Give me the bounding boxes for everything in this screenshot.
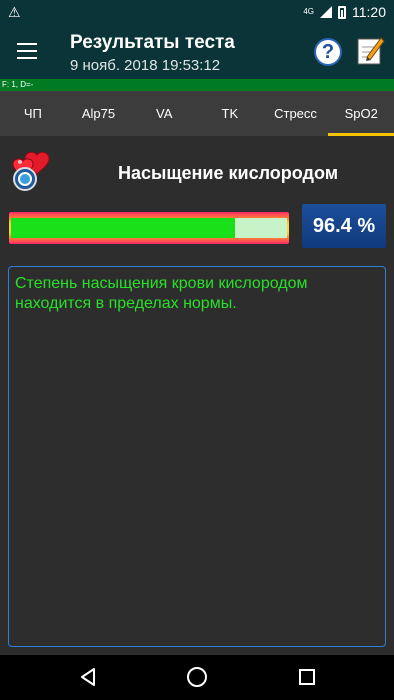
oxygen-level-bar <box>9 212 289 244</box>
help-icon: ? <box>321 40 335 63</box>
oxygen-level-track <box>11 218 287 238</box>
recents-icon[interactable] <box>299 669 315 685</box>
section-title: Насыщение кислородом <box>117 163 339 183</box>
tab-chp[interactable]: ЧП <box>0 91 66 136</box>
tab-bar: ЧП Alp75 VA TK Стресс SpO2 <box>0 91 394 136</box>
network-type: 4G <box>303 7 314 16</box>
app-bar: Результаты теста 9 нояб. 2018 19:53:12 ? <box>0 24 394 79</box>
signal-icon <box>320 6 332 18</box>
info-strip: F: 1, D=- <box>0 79 394 91</box>
note-icon[interactable] <box>357 35 385 65</box>
clock: 11:20 <box>352 4 386 20</box>
warning-icon: ⚠ <box>8 3 21 20</box>
navigation-bar <box>0 655 394 700</box>
tab-stress[interactable]: Стресс <box>263 91 329 136</box>
tab-alp75[interactable]: Alp75 <box>66 91 132 136</box>
results-panel: Насыщение кислородом 96.4 % Степень насы… <box>0 136 394 655</box>
page-title: Результаты теста <box>70 32 235 53</box>
result-message: Степень насыщения крови кислородом наход… <box>15 275 308 312</box>
hearts-icon <box>12 151 50 191</box>
status-bar: ⚠ 4G 11:20 <box>0 0 394 24</box>
spo2-value: 96.4 % <box>302 204 386 248</box>
oxygen-level-fill <box>11 218 235 238</box>
menu-icon[interactable] <box>17 43 37 59</box>
status-indicators: 4G 11:20 <box>303 4 386 20</box>
tab-spo2[interactable]: SpO2 <box>328 91 394 136</box>
test-datetime: 9 нояб. 2018 19:53:12 <box>70 57 221 74</box>
help-button[interactable]: ? <box>314 38 342 66</box>
result-message-box: Степень насыщения крови кислородом наход… <box>8 266 386 647</box>
tab-va[interactable]: VA <box>131 91 197 136</box>
tab-tk[interactable]: TK <box>197 91 263 136</box>
battery-icon <box>338 5 346 19</box>
back-icon[interactable] <box>80 668 96 686</box>
home-icon[interactable] <box>187 667 207 687</box>
